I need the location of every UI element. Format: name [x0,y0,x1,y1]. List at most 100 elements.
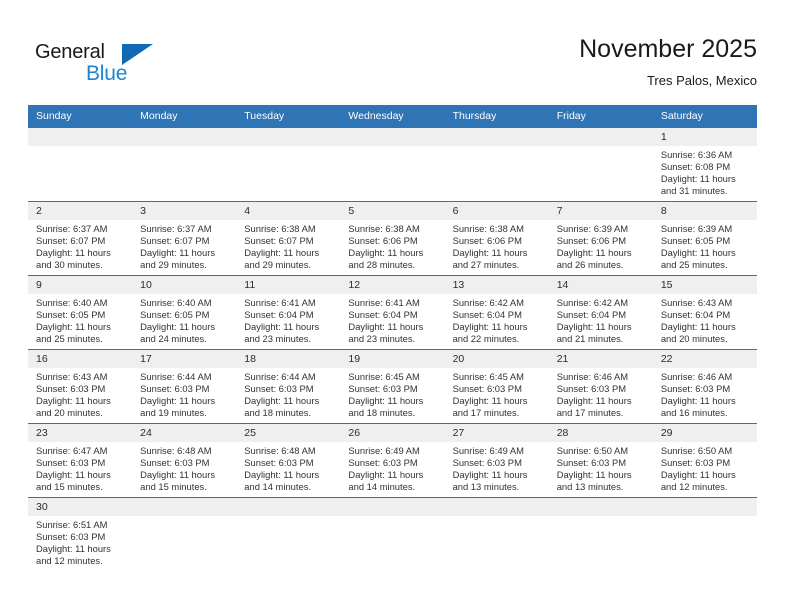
calendar-day-cell[interactable]: 4 Sunrise: 6:38 AM Sunset: 6:07 PM Daylight… [236,201,341,276]
daylight-duration-line1: Daylight: 11 hours [452,394,528,406]
day-number: 1 [652,128,757,146]
calendar-cell-empty [444,497,549,580]
sunset-time: Sunset: 6:03 PM [348,382,418,394]
daylight-duration-line1: Daylight: 11 hours [348,246,424,258]
sunset-time: Sunset: 6:04 PM [556,308,627,320]
sunrise-time: Sunrise: 6:49 AM [452,445,524,456]
weekday-header-sunday: Sunday [28,105,133,128]
daylight-duration-line1: Daylight: 11 hours [348,320,424,332]
daylight-duration-line2: and 26 minutes. [556,258,624,270]
daylight-duration-line2: and 20 minutes. [660,332,728,344]
calendar-day-cell[interactable]: 19 Sunrise: 6:45 AM Sunset: 6:03 PM Dayligh… [340,349,445,424]
daylight-duration-line2: and 17 minutes. [452,406,520,418]
daylight-duration-line2: and 15 minutes. [140,480,207,492]
calendar-week-row: 1 Sunrise: 6:36 AM Sunset: 6:08 PM Daylight… [28,127,757,202]
daylight-duration-line1: Daylight: 11 hours [660,172,736,184]
sunset-time: Sunset: 6:03 PM [660,456,731,468]
sunset-time: Sunset: 6:05 PM [36,308,106,320]
calendar-day-cell[interactable]: 26 Sunrise: 6:49 AM Sunset: 6:03 PM Dayligh… [340,423,445,498]
calendar-day-cell[interactable]: 9 Sunrise: 6:40 AM Sunset: 6:05 PM Daylight… [28,275,133,350]
calendar-day-cell[interactable]: 2 Sunrise: 6:37 AM Sunset: 6:07 PM Daylight… [28,201,133,276]
calendar-cell-empty [132,497,237,580]
calendar-day-cell[interactable]: 20 Sunrise: 6:45 AM Sunset: 6:03 PM Dayligh… [444,349,549,424]
day-number: 23 [28,424,133,442]
calendar-cell-empty [236,127,341,202]
daylight-duration-line1: Daylight: 11 hours [36,394,111,406]
calendar-day-cell[interactable]: 15 Sunrise: 6:43 AM Sunset: 6:04 PM Dayligh… [652,275,757,350]
day-number: 12 [340,276,445,294]
calendar-week-row: 30 Sunrise: 6:51 AM Sunset: 6:03 PM Dayligh… [28,497,757,580]
sunset-time: Sunset: 6:03 PM [36,382,106,394]
calendar-cell-empty [340,127,445,202]
sunrise-time: Sunrise: 6:47 AM [36,445,108,456]
calendar-day-cell[interactable]: 17 Sunrise: 6:44 AM Sunset: 6:03 PM Dayligh… [132,349,237,424]
sunrise-time: Sunrise: 6:39 AM [660,223,733,234]
calendar-day-cell[interactable]: 21 Sunrise: 6:46 AM Sunset: 6:03 PM Dayligh… [548,349,653,424]
calendar-day-cell[interactable]: 28 Sunrise: 6:50 AM Sunset: 6:03 PM Dayligh… [548,423,653,498]
calendar-day-cell[interactable]: 24 Sunrise: 6:48 AM Sunset: 6:03 PM Dayligh… [132,423,237,498]
daylight-duration-line2: and 13 minutes. [452,480,520,492]
weekday-header-monday: Monday [132,105,237,128]
calendar-day-cell[interactable]: 25 Sunrise: 6:48 AM Sunset: 6:03 PM Dayligh… [236,423,341,498]
day-details: Sunrise: 6:38 AM Sunset: 6:07 PM Daylight:… [236,220,340,271]
calendar-day-cell[interactable]: 18 Sunrise: 6:44 AM Sunset: 6:03 PM Dayligh… [236,349,341,424]
sunset-time: Sunset: 6:03 PM [244,456,314,468]
day-details: Sunrise: 6:46 AM Sunset: 6:03 PM Daylight:… [549,368,653,419]
calendar-day-cell[interactable]: 12 Sunrise: 6:41 AM Sunset: 6:04 PM Dayligh… [340,275,445,350]
daylight-duration-line2: and 12 minutes. [660,480,728,492]
sunrise-time: Sunrise: 6:40 AM [36,297,108,308]
day-details: Sunrise: 6:48 AM Sunset: 6:03 PM Daylight:… [236,442,340,493]
calendar-day-cell[interactable]: 27 Sunrise: 6:49 AM Sunset: 6:03 PM Dayligh… [444,423,549,498]
day-number: 6 [444,202,549,220]
calendar-day-cell[interactable]: 10 Sunrise: 6:40 AM Sunset: 6:05 PM Dayligh… [132,275,237,350]
daylight-duration-line1: Daylight: 11 hours [36,320,111,332]
day-number: 17 [132,350,237,368]
day-details: Sunrise: 6:41 AM Sunset: 6:04 PM Daylight:… [236,294,340,345]
daylight-duration-line2: and 31 minutes. [660,184,728,196]
day-details: Sunrise: 6:36 AM Sunset: 6:08 PM Daylight:… [653,146,757,197]
sunset-time: Sunset: 6:03 PM [452,382,522,394]
daylight-duration-line1: Daylight: 11 hours [660,246,736,258]
day-number: 13 [444,276,549,294]
calendar-day-cell[interactable]: 16 Sunrise: 6:43 AM Sunset: 6:03 PM Dayligh… [28,349,133,424]
calendar-day-cell[interactable]: 29 Sunrise: 6:50 AM Sunset: 6:03 PM Dayligh… [652,423,757,498]
day-details: Sunrise: 6:38 AM Sunset: 6:06 PM Daylight:… [340,220,444,271]
calendar-day-cell[interactable]: 1 Sunrise: 6:36 AM Sunset: 6:08 PM Daylight… [652,127,757,202]
sunrise-time: Sunrise: 6:40 AM [140,297,212,308]
sunset-time: Sunset: 6:06 PM [452,234,522,246]
day-number [444,128,549,146]
calendar-day-cell[interactable]: 5 Sunrise: 6:38 AM Sunset: 6:06 PM Daylight… [340,201,445,276]
calendar-day-cell[interactable]: 11 Sunrise: 6:41 AM Sunset: 6:04 PM Dayligh… [236,275,341,350]
daylight-duration-line2: and 18 minutes. [348,406,416,418]
logo-text-blue: Blue [86,62,128,85]
calendar-body: 1 Sunrise: 6:36 AM Sunset: 6:08 PM Daylight… [28,127,757,580]
sunrise-sunset-calendar: Sunday Monday Tuesday Wednesday Thursday Frid… [28,105,757,580]
sunrise-time: Sunrise: 6:46 AM [556,371,629,382]
daylight-duration-line1: Daylight: 11 hours [244,468,320,480]
sunrise-time: Sunrise: 6:42 AM [556,297,629,308]
sunset-time: Sunset: 6:03 PM [140,382,210,394]
calendar-day-cell[interactable]: 22 Sunrise: 6:46 AM Sunset: 6:03 PM Dayligh… [652,349,757,424]
day-details: Sunrise: 6:49 AM Sunset: 6:03 PM Daylight:… [340,442,444,493]
calendar-day-cell[interactable]: 13 Sunrise: 6:42 AM Sunset: 6:04 PM Dayligh… [444,275,549,350]
day-number: 19 [340,350,445,368]
sunset-time: Sunset: 6:03 PM [348,456,418,468]
calendar-day-cell[interactable]: 14 Sunrise: 6:42 AM Sunset: 6:04 PM Dayligh… [548,275,653,350]
sunrise-time: Sunrise: 6:50 AM [556,445,629,456]
daylight-duration-line2: and 25 minutes. [36,332,103,344]
day-number [132,128,237,146]
sunrise-time: Sunrise: 6:45 AM [452,371,524,382]
calendar-day-cell[interactable]: 3 Sunrise: 6:37 AM Sunset: 6:07 PM Daylight… [132,201,237,276]
calendar-day-cell[interactable]: 30 Sunrise: 6:51 AM Sunset: 6:03 PM Dayligh… [28,497,133,580]
sunset-time: Sunset: 6:03 PM [244,382,314,394]
day-number [28,128,133,146]
sunset-time: Sunset: 6:03 PM [452,456,522,468]
calendar-day-cell[interactable]: 6 Sunrise: 6:38 AM Sunset: 6:06 PM Daylight… [444,201,549,276]
calendar-day-cell[interactable]: 8 Sunrise: 6:39 AM Sunset: 6:05 PM Daylight… [652,201,757,276]
general-blue-logo[interactable]: General Blue [35,41,165,89]
calendar-day-cell[interactable]: 7 Sunrise: 6:39 AM Sunset: 6:06 PM Daylight… [548,201,653,276]
calendar-cell-empty [340,497,445,580]
day-number: 8 [652,202,757,220]
calendar-day-cell[interactable]: 23 Sunrise: 6:47 AM Sunset: 6:03 PM Dayligh… [28,423,133,498]
day-number [236,498,341,516]
